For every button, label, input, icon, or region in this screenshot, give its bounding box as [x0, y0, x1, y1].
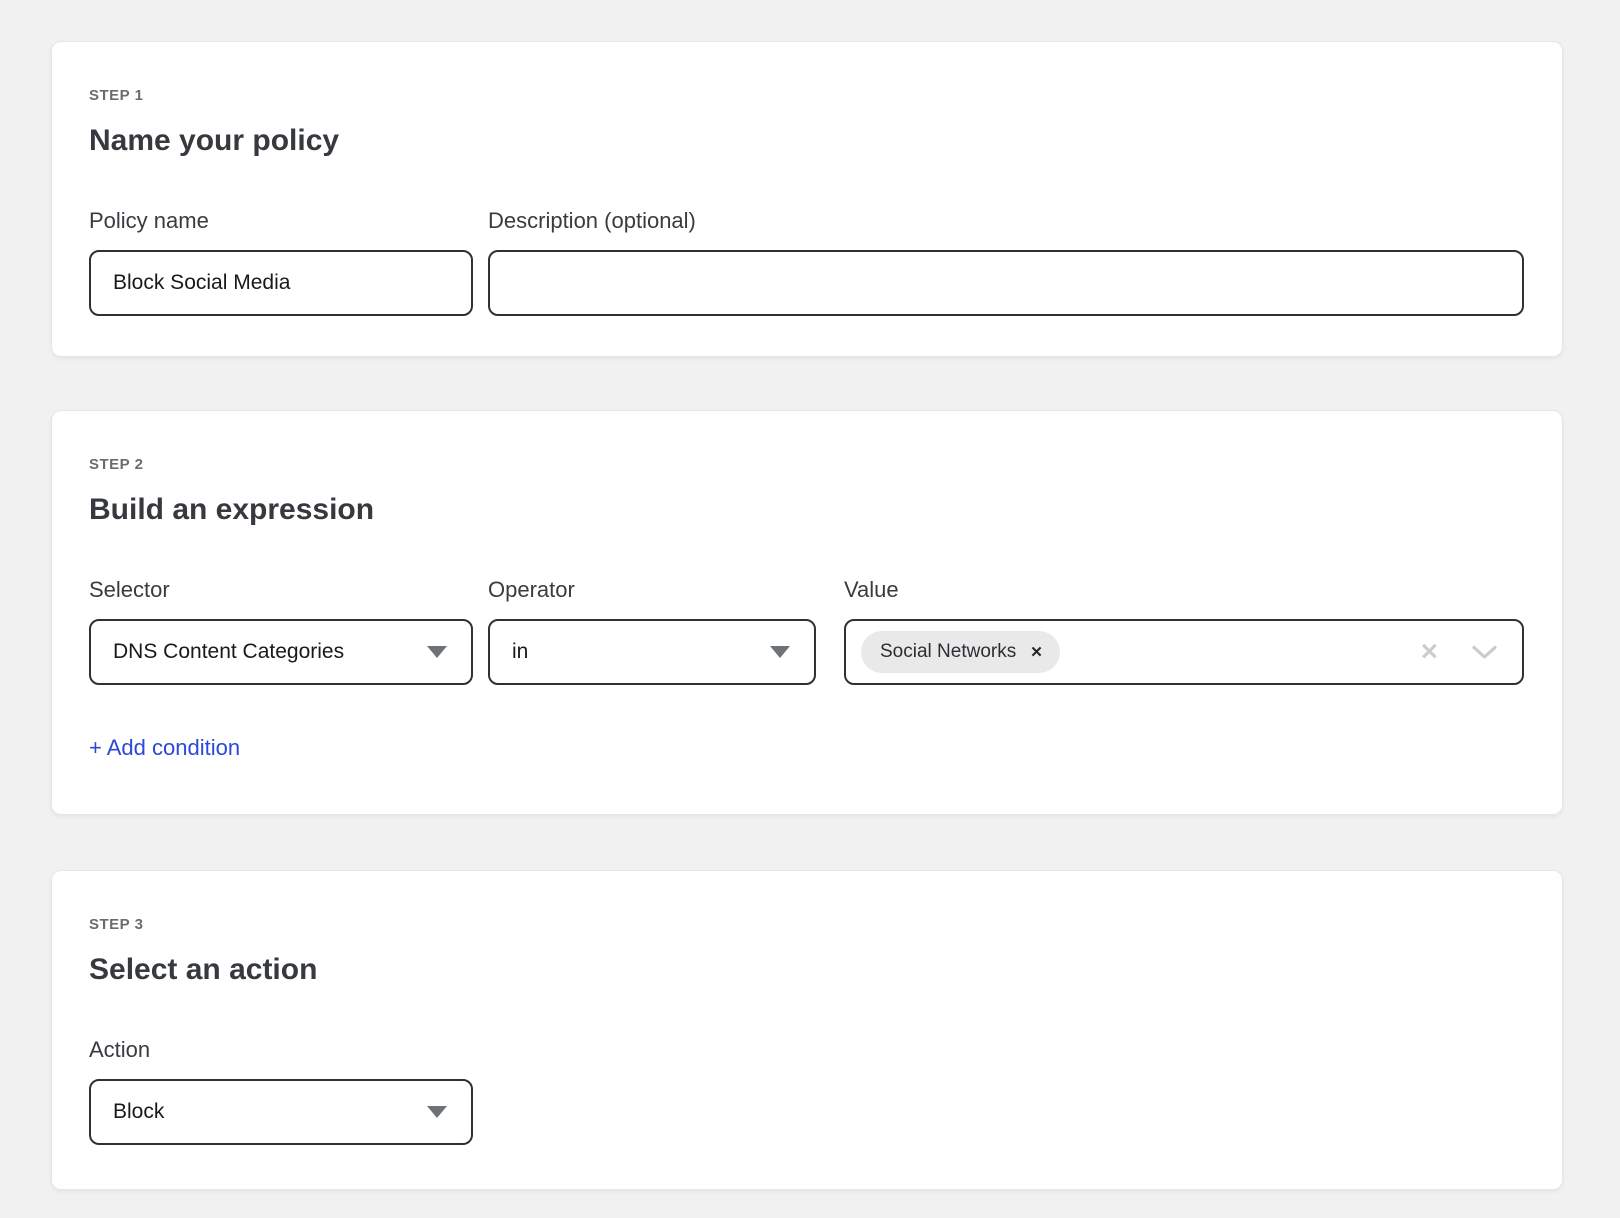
- operator-label: Operator: [488, 577, 816, 603]
- step1-step-label: STEP 1: [89, 88, 1524, 104]
- step2-card: STEP 2 Build an expression Selector DNS …: [51, 410, 1563, 815]
- description-input[interactable]: [488, 250, 1524, 316]
- step1-form-row: Policy name Description (optional): [89, 208, 1524, 316]
- step3-title: Select an action: [89, 953, 1524, 987]
- add-condition-link[interactable]: + Add condition: [89, 735, 240, 761]
- value-tag-label: Social Networks: [880, 641, 1016, 663]
- value-label: Value: [844, 577, 1524, 603]
- chevron-down-icon[interactable]: [1471, 644, 1498, 660]
- policy-name-label: Policy name: [89, 208, 473, 234]
- step2-title: Build an expression: [89, 493, 1524, 527]
- multiselect-controls: ✕: [1420, 641, 1498, 664]
- action-field: Action Block: [89, 1037, 473, 1145]
- step3-step-label: STEP 3: [89, 917, 1524, 933]
- policy-name-field: Policy name: [89, 208, 473, 316]
- caret-down-icon: [427, 646, 447, 658]
- value-field: Value Social Networks ✕ ✕: [844, 577, 1524, 685]
- step3-card: STEP 3 Select an action Action Block: [51, 870, 1563, 1190]
- selector-field: Selector DNS Content Categories: [89, 577, 473, 685]
- operator-dropdown[interactable]: in: [488, 619, 816, 685]
- policy-builder-page: STEP 1 Name your policy Policy name Desc…: [0, 0, 1620, 1218]
- value-tag: Social Networks ✕: [861, 631, 1060, 673]
- description-field: Description (optional): [488, 208, 1524, 316]
- step2-step-label: STEP 2: [89, 457, 1524, 473]
- step1-card: STEP 1 Name your policy Policy name Desc…: [51, 41, 1563, 357]
- caret-down-icon: [427, 1106, 447, 1118]
- value-multiselect[interactable]: Social Networks ✕ ✕: [844, 619, 1524, 685]
- policy-name-input[interactable]: [89, 250, 473, 316]
- action-row: Action Block: [89, 1037, 1524, 1145]
- selector-label: Selector: [89, 577, 473, 603]
- clear-icon[interactable]: ✕: [1420, 641, 1439, 664]
- action-dropdown[interactable]: Block: [89, 1079, 473, 1145]
- tag-remove-icon[interactable]: ✕: [1030, 645, 1043, 660]
- step1-title: Name your policy: [89, 124, 1524, 158]
- description-label: Description (optional): [488, 208, 1524, 234]
- action-value: Block: [113, 1100, 164, 1124]
- selector-dropdown[interactable]: DNS Content Categories: [89, 619, 473, 685]
- action-label: Action: [89, 1037, 473, 1063]
- selector-value: DNS Content Categories: [113, 640, 344, 664]
- operator-value: in: [512, 640, 528, 664]
- expression-row: Selector DNS Content Categories Operator…: [89, 577, 1524, 685]
- operator-field: Operator in: [488, 577, 816, 685]
- caret-down-icon: [770, 646, 790, 658]
